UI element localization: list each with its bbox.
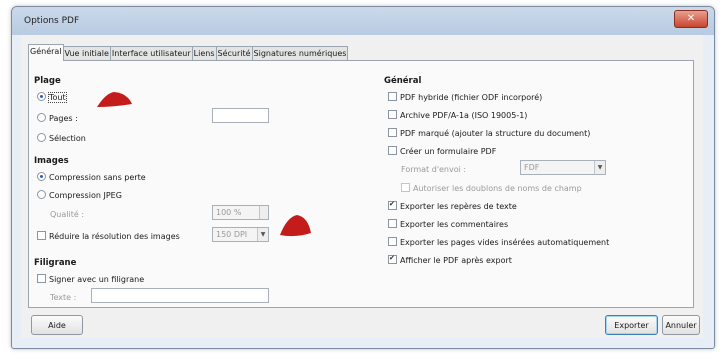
format-envoi-label: Format d'envoi : (401, 165, 467, 174)
radio-selection[interactable]: Sélection (37, 133, 86, 144)
radio-tout[interactable]: Tout (37, 92, 67, 103)
afficher-pdf-label: Afficher le PDF après export (400, 256, 512, 265)
close-button[interactable]: ✕ (674, 10, 708, 28)
checkbox-pdf-marque[interactable]: PDF marqué (ajouter la structure du docu… (388, 128, 590, 139)
red-arrow-marker-icon (97, 92, 132, 107)
checkbox-signer-filigrane[interactable]: Signer avec un filigrane (37, 274, 144, 285)
tab-signatures-numeriques[interactable]: Signatures numériques (251, 46, 349, 61)
chevron-down-icon[interactable]: ▼ (257, 228, 268, 241)
radio-selected-icon (37, 172, 46, 181)
qualite-value: 100 % (216, 208, 242, 217)
radio-icon (37, 133, 46, 142)
images-heading: Images (34, 156, 69, 166)
plage-heading: Plage (34, 76, 61, 86)
archive-pdfa-label: Archive PDF/A-1a (ISO 19005-1) (400, 111, 528, 120)
checkbox-icon (37, 274, 46, 283)
general-panel: Plage Tout Pages : Sélection Images Comp… (28, 60, 694, 308)
checkbox-icon (388, 219, 397, 228)
pdf-options-dialog: Options PDF ✕ Général Vue initiale Inter… (11, 6, 715, 349)
reduire-resolution-label: Réduire la résolution des images (49, 232, 180, 241)
general-heading: Général (384, 76, 422, 86)
title-bar[interactable]: Options PDF ✕ (12, 7, 714, 35)
pdf-marque-label: PDF marqué (ajouter la structure du docu… (400, 129, 591, 138)
radio-pages[interactable]: Pages : (37, 113, 78, 124)
export-button[interactable]: Exporter (605, 315, 658, 335)
texte-label: Texte : (50, 293, 77, 302)
compression-sans-perte-label: Compression sans perte (49, 173, 146, 182)
help-button[interactable]: Aide (31, 315, 83, 335)
tab-vue-initiale[interactable]: Vue initiale (62, 46, 111, 61)
checkbox-autoriser-doublons[interactable]: Autoriser les doublons de noms de champ (401, 183, 582, 194)
tab-bar: Général Vue initiale Interface utilisate… (28, 44, 349, 61)
radio-compression-jpeg[interactable]: Compression JPEG (37, 190, 122, 201)
filigrane-text-input[interactable] (91, 288, 269, 303)
checkbox-icon (388, 128, 397, 137)
compression-jpeg-label: Compression JPEG (49, 191, 122, 200)
dialog-body: Général Vue initiale Interface utilisate… (21, 35, 703, 338)
tab-interface-utilisateur[interactable]: Interface utilisateur (109, 46, 193, 61)
checkbox-icon (401, 183, 410, 192)
radio-selected-icon (37, 92, 46, 101)
radio-tout-label: Tout (48, 92, 67, 103)
exporter-pages-vides-label: Exporter les pages vides insérées automa… (400, 238, 610, 247)
qualite-label: Qualité : (50, 210, 85, 219)
checkbox-exporter-commentaires[interactable]: Exporter les commentaires (388, 219, 508, 230)
checkbox-checked-icon (388, 199, 397, 210)
autoriser-doublons-label: Autoriser les doublons de noms de champ (413, 184, 582, 193)
checkbox-archive-pdfa[interactable]: Archive PDF/A-1a (ISO 19005-1) (388, 110, 527, 121)
radio-pages-label: Pages : (49, 114, 78, 123)
checkbox-icon (388, 146, 397, 155)
radio-icon (37, 113, 46, 122)
annotation-marker-shape (280, 215, 311, 237)
red-arrow-marker-icon (280, 215, 311, 237)
chevron-down-icon[interactable]: ▼ (594, 161, 605, 174)
checkbox-pdf-hybride[interactable]: PDF hybride (fichier ODF incorporé) (388, 92, 542, 103)
checkbox-reduire-resolution[interactable]: Réduire la résolution des images (37, 231, 180, 242)
pages-input[interactable] (212, 108, 269, 123)
cancel-button[interactable]: Annuler (662, 315, 700, 335)
tab-securite[interactable]: Sécurité (215, 46, 253, 61)
exporter-commentaires-label: Exporter les commentaires (400, 220, 509, 229)
radio-compression-sans-perte[interactable]: Compression sans perte (37, 172, 146, 183)
tab-general[interactable]: Général (28, 44, 64, 61)
creer-formulaire-label: Créer un formulaire PDF (400, 147, 497, 156)
checkbox-icon (37, 231, 46, 240)
close-icon: ✕ (686, 13, 696, 24)
checkbox-afficher-pdf[interactable]: Afficher le PDF après export (388, 253, 512, 266)
qualite-spinbox[interactable]: 100 % (212, 205, 269, 220)
checkbox-creer-formulaire[interactable]: Créer un formulaire PDF (388, 146, 496, 157)
window-title: Options PDF (24, 16, 80, 26)
tab-liens[interactable]: Liens (191, 46, 217, 61)
spin-arrows-icon[interactable] (259, 206, 268, 219)
pdf-hybride-label: PDF hybride (fichier ODF incorporé) (400, 93, 543, 102)
radio-selection-label: Sélection (49, 134, 86, 143)
checkbox-icon (388, 92, 397, 101)
format-envoi-value: FDF (524, 163, 540, 172)
checkbox-icon (388, 237, 397, 246)
checkbox-checked-icon (388, 253, 397, 264)
checkbox-exporter-reperes[interactable]: Exporter les repères de texte (388, 199, 517, 212)
annotation-marker-shape (97, 92, 132, 107)
format-envoi-dropdown[interactable]: FDF ▼ (520, 160, 606, 175)
signer-filigrane-label: Signer avec un filigrane (49, 275, 145, 284)
exporter-reperes-label: Exporter les repères de texte (400, 202, 517, 211)
filigrane-heading: Filigrane (34, 258, 77, 268)
resolution-dropdown[interactable]: 150 DPI ▼ (212, 227, 269, 242)
radio-icon (37, 190, 46, 199)
resolution-value: 150 DPI (216, 230, 248, 239)
checkbox-icon (388, 110, 397, 119)
checkbox-exporter-pages-vides[interactable]: Exporter les pages vides insérées automa… (388, 237, 609, 248)
